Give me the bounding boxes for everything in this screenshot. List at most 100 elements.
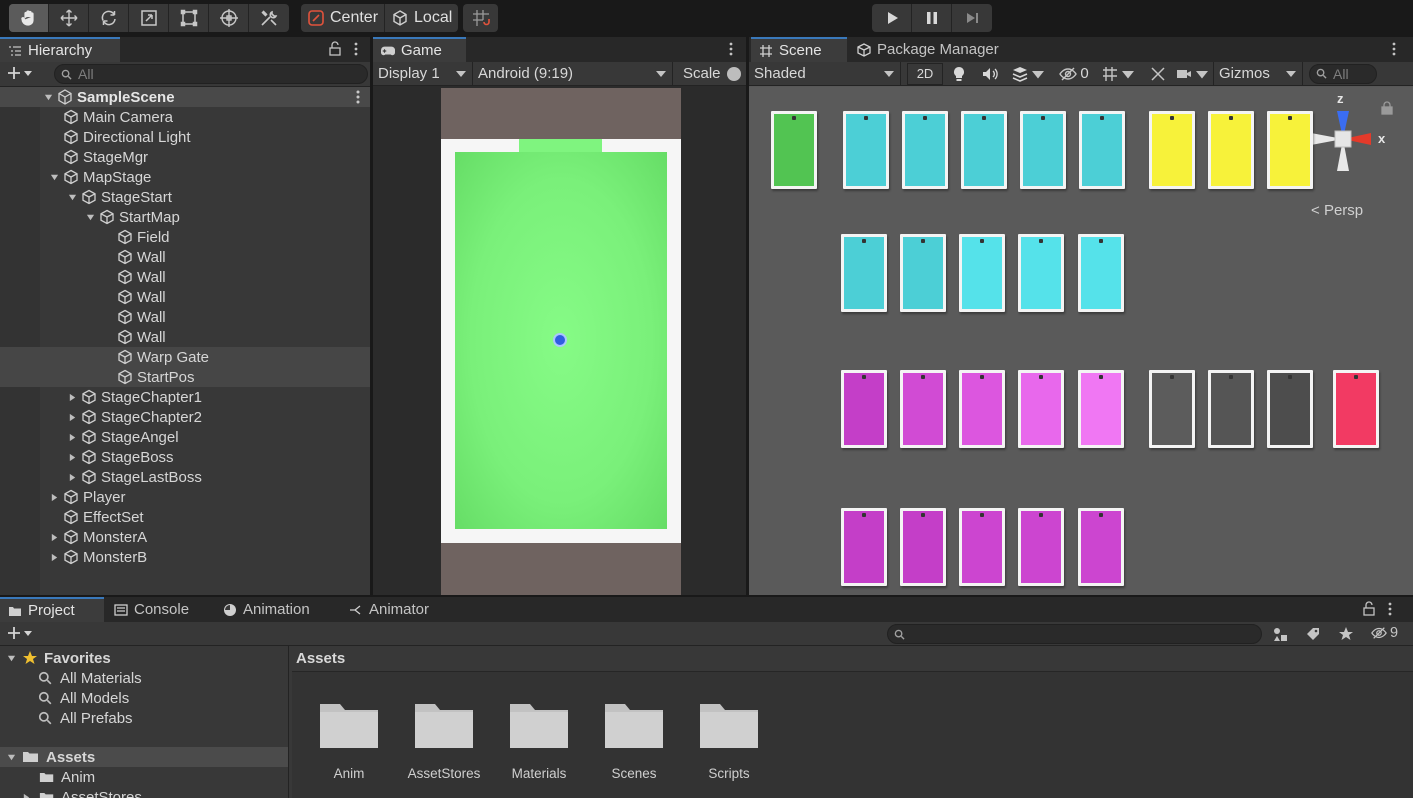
scale-tool-button[interactable] <box>129 4 169 32</box>
hand-tool-button[interactable] <box>9 4 49 32</box>
hidden-packages-toggle[interactable]: 9 <box>1370 625 1398 641</box>
fold-open-icon[interactable] <box>48 171 60 183</box>
tab-package-manager[interactable]: Package Manager <box>849 37 1007 62</box>
scene-row[interactable]: SampleScene <box>0 87 370 107</box>
lock-icon[interactable] <box>1362 601 1376 617</box>
tab-game[interactable]: Game <box>373 37 466 62</box>
stage-thumbnail[interactable] <box>841 234 887 312</box>
hierarchy-row[interactable]: Warp Gate <box>0 347 370 367</box>
stage-thumbnail[interactable] <box>961 111 1007 189</box>
hierarchy-row[interactable]: MonsterB <box>0 547 370 567</box>
kebab-menu-icon[interactable] <box>1383 601 1397 617</box>
stage-thumbnail[interactable] <box>1208 370 1254 448</box>
fold-closed-icon[interactable] <box>66 471 78 483</box>
lighting-toggle[interactable] <box>943 62 975 86</box>
fold-open-icon[interactable] <box>0 753 22 762</box>
tab-hierarchy[interactable]: Hierarchy <box>0 37 120 62</box>
fold-closed-icon[interactable] <box>48 531 60 543</box>
project-search-input[interactable] <box>887 624 1262 644</box>
stage-thumbnail[interactable] <box>1018 508 1064 586</box>
stage-thumbnail[interactable] <box>1079 111 1125 189</box>
hierarchy-row[interactable]: EffectSet <box>0 507 370 527</box>
lock-icon[interactable] <box>328 41 342 57</box>
pivot-center-button[interactable]: Center <box>301 4 386 32</box>
kebab-menu-icon[interactable] <box>724 41 738 57</box>
asset-folder-tile[interactable]: Scenes <box>589 698 679 781</box>
scene-search-input[interactable]: All <box>1309 63 1377 84</box>
stage-thumbnail[interactable] <box>1267 111 1313 189</box>
stage-thumbnail[interactable] <box>1078 508 1124 586</box>
stage-thumbnail[interactable] <box>900 370 946 448</box>
pivot-local-button[interactable]: Local <box>385 4 458 32</box>
fold-closed-icon[interactable] <box>66 391 78 403</box>
fold-closed-icon[interactable] <box>22 793 34 798</box>
hierarchy-row[interactable]: Directional Light <box>0 127 370 147</box>
scale-slider[interactable]: Scale <box>673 65 741 82</box>
favorites-row[interactable]: Favorites <box>0 648 288 668</box>
hierarchy-row[interactable]: Wall <box>0 287 370 307</box>
hierarchy-row[interactable]: MonsterA <box>0 527 370 547</box>
step-button[interactable] <box>952 4 992 32</box>
star-icon[interactable] <box>1338 626 1354 642</box>
stage-thumbnail[interactable] <box>1333 370 1379 448</box>
game-viewport[interactable] <box>441 88 681 595</box>
tab-animator[interactable]: Animator <box>341 597 437 622</box>
stage-thumbnail[interactable] <box>900 234 946 312</box>
stage-thumbnail[interactable] <box>1267 370 1313 448</box>
stage-thumbnail[interactable] <box>841 370 887 448</box>
effects-dropdown[interactable] <box>1005 62 1053 86</box>
tab-scene[interactable]: Scene <box>751 37 847 62</box>
hierarchy-row[interactable]: StageAngel <box>0 427 370 447</box>
camera-dropdown[interactable] <box>1173 62 1213 86</box>
assets-root-row[interactable]: Assets <box>0 747 288 767</box>
hierarchy-row[interactable]: StageChapter2 <box>0 407 370 427</box>
hierarchy-row[interactable]: Wall <box>0 307 370 327</box>
fold-closed-icon[interactable] <box>66 431 78 443</box>
favorite-all-prefabs[interactable]: All Prefabs <box>0 708 288 728</box>
hierarchy-row[interactable]: StageChapter1 <box>0 387 370 407</box>
tools-toggle[interactable] <box>1143 62 1173 86</box>
stage-thumbnail[interactable] <box>1078 234 1124 312</box>
stage-thumbnail[interactable] <box>900 508 946 586</box>
stage-thumbnail[interactable] <box>1018 234 1064 312</box>
shading-dropdown[interactable]: Shaded <box>749 61 901 86</box>
pause-button[interactable] <box>912 4 952 32</box>
stage-thumbnail[interactable] <box>1149 370 1195 448</box>
stage-thumbnail[interactable] <box>841 508 887 586</box>
kebab-menu-icon[interactable] <box>1387 41 1401 57</box>
fold-open-icon[interactable] <box>66 191 78 203</box>
tab-project[interactable]: Project <box>0 597 104 622</box>
stage-thumbnail[interactable] <box>959 370 1005 448</box>
play-button[interactable] <box>872 4 912 32</box>
aspect-dropdown[interactable]: Android (9:19) <box>473 61 673 86</box>
favorite-all-materials[interactable]: All Materials <box>0 668 288 688</box>
scale-knob[interactable] <box>726 66 741 81</box>
hierarchy-row[interactable]: Player <box>0 487 370 507</box>
rotate-tool-button[interactable] <box>89 4 129 32</box>
lock-icon[interactable] <box>1381 101 1393 115</box>
fold-closed-icon[interactable] <box>66 411 78 423</box>
asset-folder-tile[interactable]: Anim <box>304 698 394 781</box>
audio-toggle[interactable] <box>975 62 1005 86</box>
gizmos-dropdown[interactable]: Gizmos <box>1213 61 1303 86</box>
persp-label[interactable]: < Persp <box>1311 202 1363 219</box>
fold-open-icon[interactable] <box>42 91 54 103</box>
stage-thumbnail[interactable] <box>843 111 889 189</box>
asset-folder-tile[interactable]: Materials <box>494 698 584 781</box>
hierarchy-row[interactable]: Wall <box>0 327 370 347</box>
fold-closed-icon[interactable] <box>48 551 60 563</box>
filter-by-type-icon[interactable] <box>1272 626 1288 642</box>
tab-animation[interactable]: Animation <box>215 597 318 622</box>
rect-tool-button[interactable] <box>169 4 209 32</box>
display-dropdown[interactable]: Display 1 <box>373 61 473 86</box>
scene-viewport[interactable]: z x < Persp <box>749 87 1413 595</box>
fold-closed-icon[interactable] <box>66 451 78 463</box>
hierarchy-row[interactable]: StartPos <box>0 367 370 387</box>
fold-closed-icon[interactable] <box>48 491 60 503</box>
transform-tool-button[interactable] <box>209 4 249 32</box>
create-dropdown[interactable] <box>6 65 34 81</box>
hierarchy-row[interactable]: Main Camera <box>0 107 370 127</box>
asset-folder-anim[interactable]: Anim <box>0 767 288 787</box>
hierarchy-row[interactable]: StageLastBoss <box>0 467 370 487</box>
stage-thumbnail[interactable] <box>1018 370 1064 448</box>
